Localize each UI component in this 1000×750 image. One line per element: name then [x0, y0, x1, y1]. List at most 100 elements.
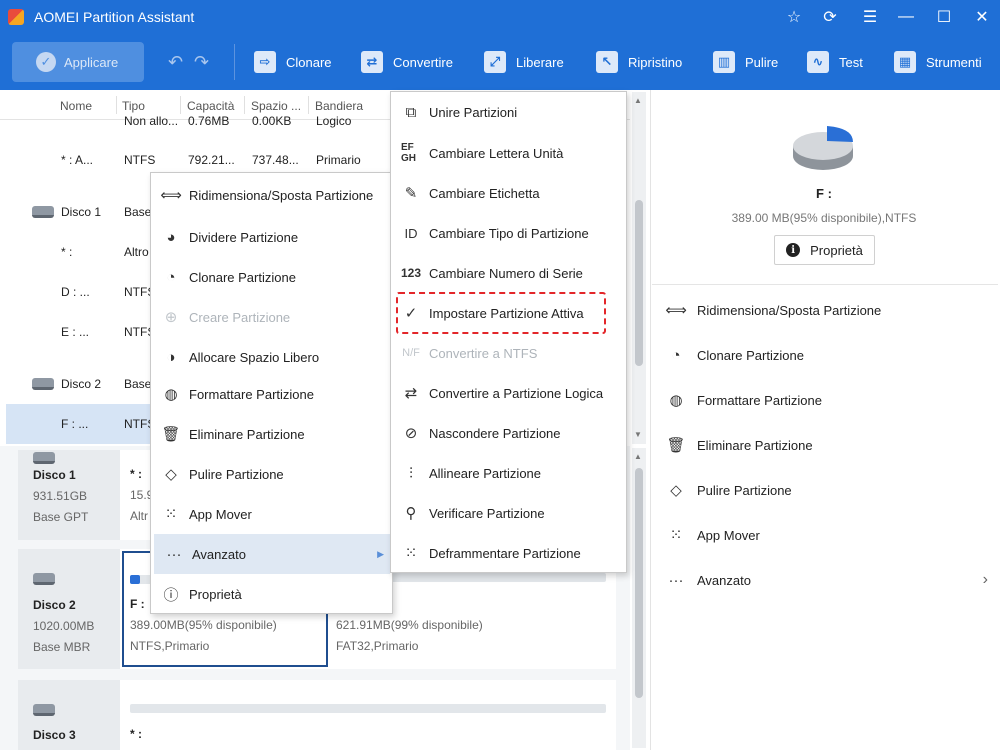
- row-capacity: 792.21...: [188, 153, 235, 167]
- row-used: 737.48...: [252, 153, 299, 167]
- submenu-item-convert-ntfs: N/F Convertire a NTFS: [391, 333, 626, 373]
- panel-op-resize[interactable]: ⟺ Ridimensiona/Sposta Partizione: [665, 298, 881, 322]
- disk-card-3[interactable]: Disco 3 * :: [18, 680, 616, 750]
- panel-op-delete[interactable]: 🗑 Eliminare Partizione: [666, 433, 813, 457]
- panel-op-clone[interactable]: ◔ Clonare Partizione: [666, 343, 803, 367]
- menu-icon[interactable]: ☰: [852, 0, 888, 34]
- disk-map-scrollbar-thumb[interactable]: [635, 468, 643, 698]
- menu-item-label: App Mover: [189, 506, 252, 522]
- panel-op-app-mover[interactable]: ⁙ App Mover: [666, 523, 760, 547]
- menu-item-label: Pulire Partizione: [189, 466, 284, 482]
- submenu-item-partition-type[interactable]: ID Cambiare Tipo di Partizione: [391, 213, 626, 253]
- maximize-icon[interactable]: ☐: [926, 0, 962, 34]
- apply-button[interactable]: ✓ Applicare: [12, 42, 144, 82]
- panel-divider: [652, 284, 998, 285]
- menu-item-allocate[interactable]: ◑ Allocare Spazio Libero: [151, 337, 392, 377]
- submenu-item-defrag[interactable]: ⁙ Deframmentare Partizione: [391, 533, 626, 573]
- toolbar-label: Test: [839, 54, 863, 70]
- menu-item-label: Cambiare Numero di Serie: [429, 265, 583, 281]
- row-flag: Logico: [316, 114, 352, 128]
- panel-op-advanced[interactable]: ··· Avanzato ›: [666, 568, 989, 592]
- disk-icon: [33, 452, 55, 464]
- row-name: F : ...: [61, 417, 89, 431]
- disk-size: 1020.00MB: [33, 619, 95, 633]
- undo-icon[interactable]: ↶: [168, 52, 183, 73]
- convert-ntfs-icon: N/F: [402, 347, 420, 359]
- clone-partition-icon: ◔: [166, 268, 176, 286]
- title-bar: AOMEI Partition Assistant: [0, 0, 1000, 34]
- list-scrollbar-thumb[interactable]: [635, 200, 643, 366]
- submenu-item-align[interactable]: ⫶ Allineare Partizione: [391, 453, 626, 493]
- toolbar-wipe-button[interactable]: ▥ Pulire: [713, 48, 778, 76]
- star-icon[interactable]: ☆: [776, 0, 812, 34]
- menu-item-wipe[interactable]: ◇ Pulire Partizione: [151, 454, 392, 494]
- menu-item-split[interactable]: ◕ Dividere Partizione: [151, 217, 392, 257]
- row-type: Base: [124, 205, 152, 219]
- toolbar-test-button[interactable]: ∿ Test: [807, 48, 863, 76]
- convert-logical-icon: ⇄: [404, 385, 418, 402]
- toolbar-clone-button[interactable]: ⇨ Clonare: [254, 48, 332, 76]
- scroll-up-icon[interactable]: ▲: [634, 452, 642, 461]
- toolbar-label: Liberare: [516, 54, 564, 70]
- apply-label: Applicare: [64, 54, 119, 70]
- context-menu: ⟺ Ridimensiona/Sposta Partizione ◕ Divider…: [150, 172, 393, 614]
- submenu-item-convert-logical[interactable]: ⇄ Convertire a Partizione Logica: [391, 373, 626, 413]
- hide-icon: ⊘: [404, 425, 418, 442]
- menu-item-app-mover[interactable]: ⁙ App Mover: [151, 494, 392, 534]
- row-name: Disco 2: [61, 377, 102, 391]
- menu-item-properties[interactable]: ⓘ Proprietà: [151, 574, 392, 614]
- menu-item-advanced[interactable]: ··· Avanzato ▶: [154, 534, 390, 574]
- redo-icon[interactable]: ↷: [194, 52, 209, 73]
- menu-item-label: Eliminare Partizione: [189, 426, 305, 442]
- submenu-item-hide[interactable]: ⊘ Nascondere Partizione: [391, 413, 626, 453]
- submenu-arrow-icon: ▶: [377, 548, 384, 559]
- scroll-up-icon[interactable]: ▲: [634, 96, 642, 105]
- partition-pie-icon: [793, 126, 853, 170]
- op-label: Eliminare Partizione: [697, 437, 813, 453]
- minimize-icon[interactable]: —: [888, 0, 924, 34]
- menu-item-format[interactable]: ◍ Formattare Partizione: [151, 374, 392, 414]
- row-name: * : A...: [61, 153, 94, 167]
- disk-name: Disco 2: [33, 598, 76, 612]
- op-label: App Mover: [697, 527, 760, 543]
- submenu-item-label[interactable]: ✎ Cambiare Etichetta: [391, 173, 626, 213]
- menu-item-label: Proprietà: [189, 586, 242, 602]
- toolbar-label: Strumenti: [926, 54, 982, 70]
- row-used: 0.00KB: [252, 114, 292, 128]
- submenu-item-check[interactable]: ⚲ Verificare Partizione: [391, 493, 626, 533]
- submenu-item-merge[interactable]: ⧉ Unire Partizioni: [391, 92, 626, 132]
- row-type: Non allo...: [124, 114, 179, 128]
- info-icon: i: [786, 243, 801, 257]
- panel-op-format[interactable]: ◍ Formattare Partizione: [666, 388, 822, 412]
- disk-card-info: Disco 1 931.51GB Base GPT: [18, 450, 120, 540]
- menu-item-delete[interactable]: 🗑 Eliminare Partizione: [151, 414, 392, 454]
- toolbar-free-up-button[interactable]: ⤢ Liberare: [484, 48, 564, 76]
- menu-item-clone[interactable]: ◔ Clonare Partizione: [151, 257, 392, 297]
- partition-fs: Altr: [130, 509, 148, 523]
- more-icon: ···: [668, 571, 684, 589]
- menu-item-label: Deframmentare Partizione: [429, 545, 581, 561]
- submenu-item-serial-number[interactable]: 123 Cambiare Numero di Serie: [391, 253, 626, 293]
- create-partition-icon: ⊕: [164, 309, 178, 326]
- app-logo-icon: [8, 9, 24, 25]
- highlight-box: [396, 292, 606, 334]
- chevron-right-icon: ›: [982, 571, 988, 588]
- tools-icon: ▦: [894, 51, 916, 73]
- menu-item-resize[interactable]: ⟺ Ridimensiona/Sposta Partizione: [151, 175, 392, 215]
- toolbar-tools-button[interactable]: ▦ Strumenti: [894, 48, 982, 76]
- clone-icon: ⇨: [254, 51, 276, 73]
- refresh-icon[interactable]: ⟳: [812, 0, 848, 34]
- close-icon[interactable]: ✕: [964, 0, 1000, 34]
- merge-icon: ⧉: [405, 103, 417, 121]
- app-title: AOMEI Partition Assistant: [34, 9, 195, 25]
- wipe-icon: ▥: [713, 51, 735, 73]
- row-name: E : ...: [61, 325, 90, 339]
- scroll-down-icon[interactable]: ▼: [634, 430, 642, 439]
- submenu-item-drive-letter[interactable]: EF GH Cambiare Lettera Unità: [391, 133, 626, 173]
- disk-card-info: Disco 2 1020.00MB Base MBR: [18, 549, 120, 669]
- toolbar-convert-button[interactable]: ⇄ Convertire: [361, 48, 453, 76]
- properties-button[interactable]: i Proprietà: [774, 235, 875, 265]
- menu-item-label: Creare Partizione: [189, 309, 291, 325]
- toolbar-recovery-button[interactable]: ↖ Ripristino: [596, 48, 682, 76]
- panel-op-wipe[interactable]: ◇ Pulire Partizione: [666, 478, 791, 502]
